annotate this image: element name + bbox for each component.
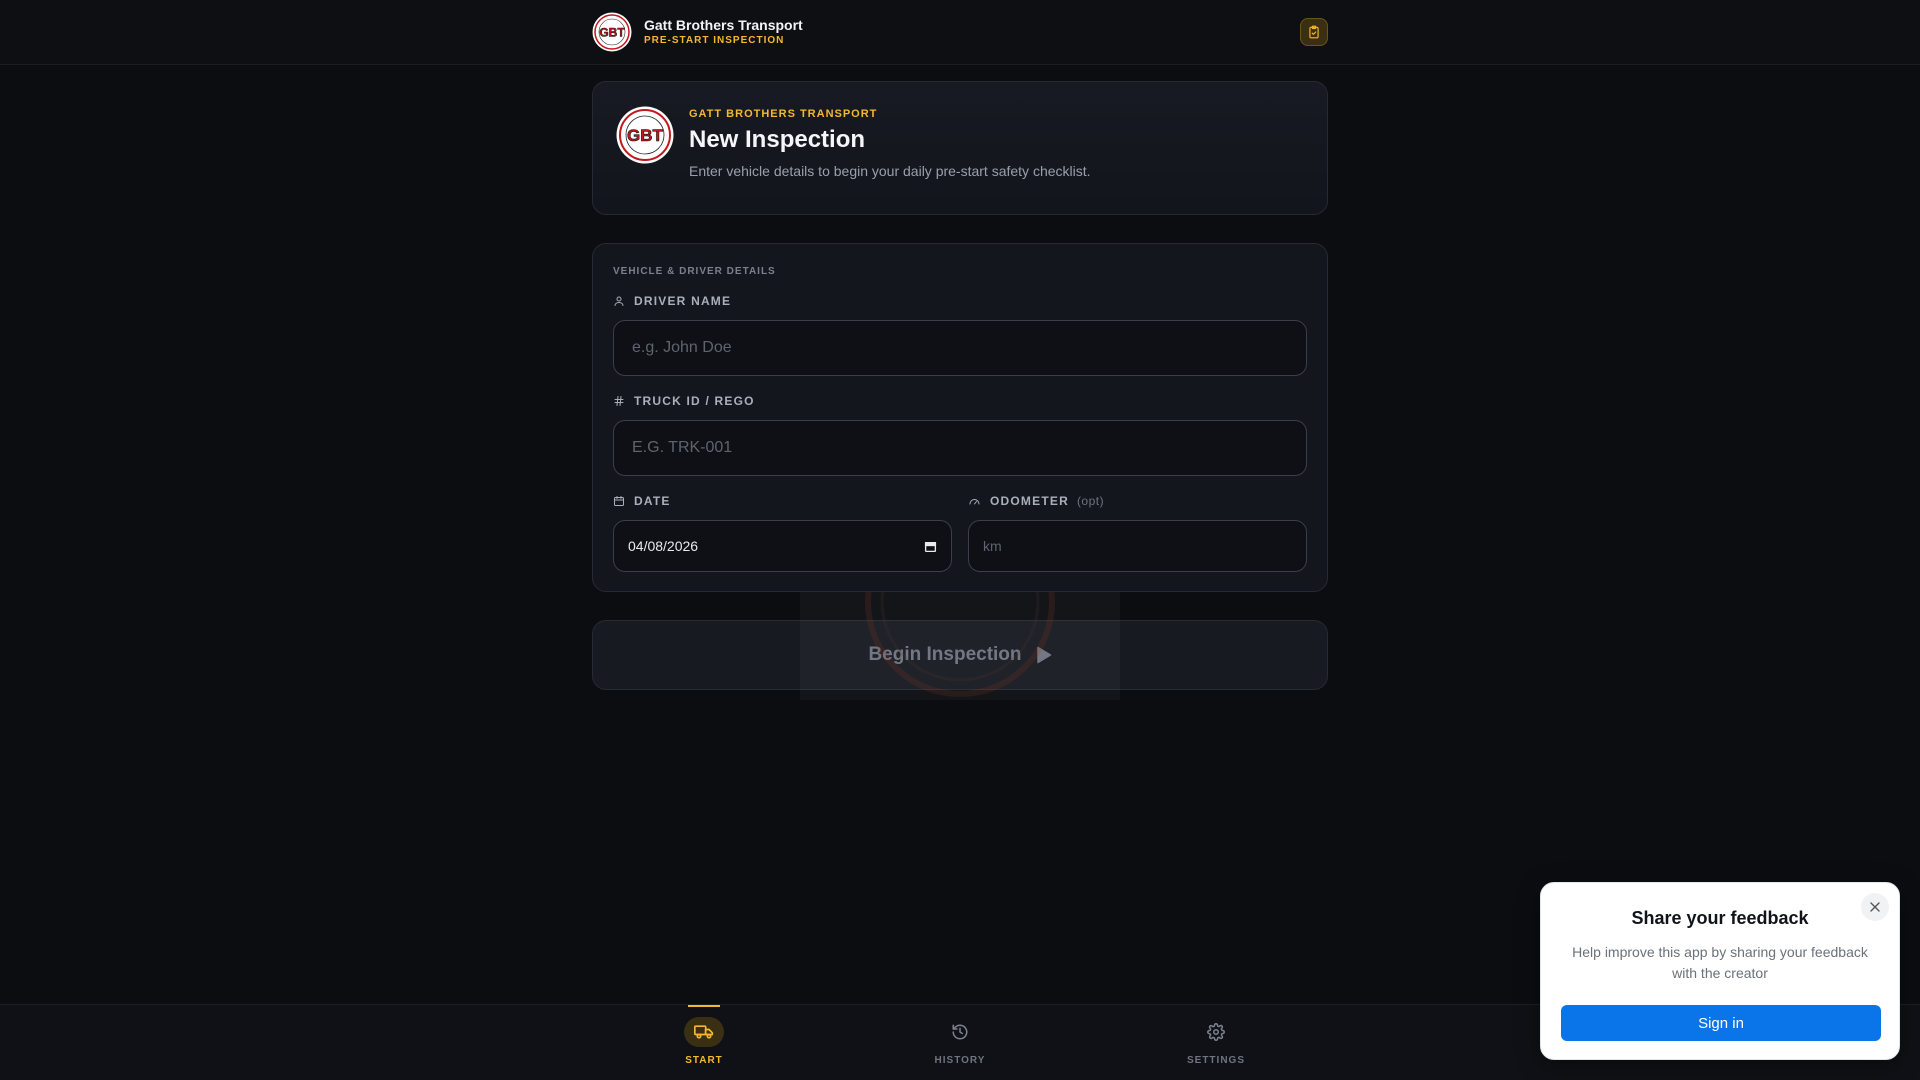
svg-text:GBT: GBT	[627, 126, 664, 145]
nav-settings-label: SETTINGS	[1186, 1055, 1245, 1066]
feedback-description: Help improve this app by sharing your fe…	[1572, 944, 1868, 981]
company-logo: GBT	[592, 12, 632, 52]
active-tab-indicator	[688, 1005, 720, 1007]
calendar-picker-icon[interactable]	[924, 540, 937, 553]
truck-id-input[interactable]	[613, 420, 1307, 476]
feedback-popup: Share your feedback Help improve this ap…	[1540, 882, 1900, 1060]
nav-start[interactable]: START	[644, 1005, 764, 1080]
play-icon	[1036, 646, 1051, 664]
nav-history-icon-wrap	[940, 1017, 980, 1047]
svg-text:GBT: GBT	[599, 26, 625, 40]
calendar-icon	[614, 496, 624, 506]
driver-name-label-text: DRIVER NAME	[634, 294, 732, 308]
feedback-title: Share your feedback	[1631, 908, 1809, 928]
section-label: VEHICLE & DRIVER DETAILS	[613, 266, 776, 277]
nav-settings[interactable]: SETTINGS	[1156, 1005, 1276, 1080]
truck-icon	[694, 1025, 714, 1039]
date-input[interactable]: 04/08/2026	[613, 520, 952, 572]
vehicle-driver-form: VEHICLE & DRIVER DETAILS DRIVER NAME TRU…	[592, 243, 1328, 592]
hash-icon	[614, 396, 624, 406]
header-content: GBT Gatt Brothers Transport PRE-START IN…	[592, 0, 1328, 64]
date-value: 04/08/2026	[628, 538, 699, 554]
sign-in-button[interactable]: Sign in	[1561, 1005, 1881, 1041]
app-header: GBT Gatt Brothers Transport PRE-START IN…	[0, 0, 1920, 65]
nav-settings-icon-wrap	[1196, 1017, 1236, 1047]
odometer-label: ODOMETER (opt)	[968, 494, 1104, 508]
date-label-text: DATE	[634, 494, 671, 508]
feedback-close-button[interactable]	[1861, 893, 1889, 921]
nav-history-label: HISTORY	[934, 1055, 986, 1066]
hero-description: Enter vehicle details to begin your dail…	[689, 163, 1091, 179]
odometer-optional-note: (opt)	[1076, 494, 1105, 508]
clipboard-check-icon	[1309, 25, 1319, 39]
begin-inspection-label: Begin Inspection	[868, 644, 1022, 665]
driver-name-input[interactable]	[613, 320, 1307, 376]
gauge-icon	[969, 499, 980, 505]
date-label: DATE	[613, 494, 671, 508]
new-inspection-card: GBT GATT BROTHERS TRANSPORT New Inspecti…	[592, 81, 1328, 215]
hero-kicker: GATT BROTHERS TRANSPORT	[689, 108, 878, 120]
inspection-clipboard-button[interactable]	[1300, 18, 1328, 46]
brand-subtitle: PRE-START INSPECTION	[644, 35, 785, 46]
driver-name-label: DRIVER NAME	[613, 294, 731, 308]
nav-history[interactable]: HISTORY	[900, 1005, 1020, 1080]
begin-inspection-button[interactable]: Begin Inspection	[592, 620, 1328, 690]
nav-start-icon-wrap	[684, 1017, 724, 1047]
brand-block: Gatt Brothers Transport PRE-START INSPEC…	[644, 17, 803, 47]
odometer-input[interactable]	[968, 520, 1307, 572]
close-icon	[1870, 902, 1880, 912]
gear-icon	[1207, 1023, 1225, 1041]
history-icon	[952, 1024, 968, 1040]
hero-text: GATT BROTHERS TRANSPORT New Inspection E…	[689, 108, 1091, 179]
page-title: New Inspection	[689, 126, 866, 153]
brand-name: Gatt Brothers Transport	[644, 17, 803, 33]
truck-id-label: TRUCK ID / REGO	[613, 394, 755, 408]
odometer-label-text: ODOMETER	[990, 494, 1069, 508]
user-icon	[614, 296, 624, 306]
nav-start-label: START	[685, 1055, 723, 1066]
truck-id-label-text: TRUCK ID / REGO	[634, 394, 755, 408]
company-logo-large: GBT	[616, 106, 674, 164]
